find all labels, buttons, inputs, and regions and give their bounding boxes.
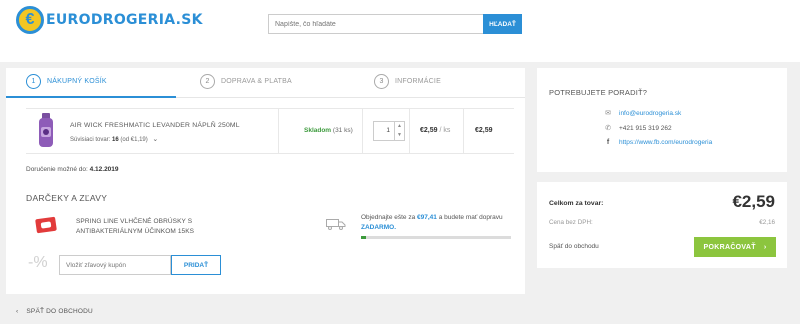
back-to-shop-label: SPÄŤ DO OBCHODU xyxy=(26,308,93,315)
gift-product-image xyxy=(35,216,57,234)
total-value: €2,59 xyxy=(732,192,775,211)
related-count: 16 xyxy=(112,137,119,143)
help-panel: POTREBUJETE PORADIŤ? ✉ info@eurodrogeria… xyxy=(537,68,787,172)
step-shipping-payment[interactable]: 2 DOPRAVA & PLATBA xyxy=(200,74,292,89)
order-summary: Celkom za tovar: €2,59 Cena bez DPH: €2,… xyxy=(537,182,787,268)
free-shipping-progress xyxy=(361,236,511,239)
step-number: 1 xyxy=(26,74,41,89)
help-title: POTREBUJETE PORADIŤ? xyxy=(549,88,648,97)
vat-label: Cena bez DPH: xyxy=(549,219,593,226)
cart-item-row: AIR WICK FRESHMATIC LEVANDER NÁPLŇ 250ML… xyxy=(26,108,514,154)
search-bar: HĽADAŤ xyxy=(268,14,522,34)
quantity-stepper[interactable]: 1 ▲ ▼ xyxy=(373,121,405,141)
vat-value: €2,16 xyxy=(759,219,775,226)
add-coupon-button[interactable]: PRIDAŤ xyxy=(171,255,221,275)
free-shipping-amount: €97,41 xyxy=(417,214,437,221)
related-products[interactable]: Súvisiaci tovar: 16 (od €1,19) ⌄ xyxy=(70,135,158,143)
delivery-label: Doručenie možné do: xyxy=(26,166,88,173)
gifts-title: DARČEKY A ZĽAVY xyxy=(26,193,108,203)
column-divider xyxy=(278,109,279,153)
euro-coin-icon: € xyxy=(16,6,44,34)
facebook-icon: f xyxy=(606,139,610,146)
free-shipping-free: ZADARMO. xyxy=(361,224,397,231)
coupon-form: PRIDAŤ xyxy=(59,255,221,275)
unit-label: / ks xyxy=(439,127,451,134)
checkout-steps: 1 NÁKUPNÝ KOŠÍK 2 DOPRAVA & PLATBA 3 INF… xyxy=(6,68,525,98)
active-step-underline xyxy=(6,96,176,98)
help-phone[interactable]: ✆ +421 915 319 262 xyxy=(603,124,672,133)
continue-button[interactable]: POKRAČOVAŤ › xyxy=(694,237,776,257)
unit-price-value: €2,59 xyxy=(420,127,438,134)
free-shipping-info: Objednajte ešte za €97,41 a budete mať d… xyxy=(361,213,511,233)
chevron-left-icon: ‹ xyxy=(16,308,19,315)
step-number: 3 xyxy=(374,74,389,89)
back-to-shop-summary-link[interactable]: Späť do obchodu xyxy=(549,243,599,250)
stock-status: Skladom (31 ks) xyxy=(304,127,353,134)
free-shipping-text-1: Objednajte ešte za xyxy=(361,214,416,221)
envelope-icon: ✉ xyxy=(605,110,611,117)
help-facebook[interactable]: f https://www.fb.com/eurodrogeria xyxy=(603,139,712,146)
truck-icon xyxy=(326,219,346,230)
search-button[interactable]: HĽADAŤ xyxy=(483,14,522,34)
step-cart[interactable]: 1 NÁKUPNÝ KOŠÍK xyxy=(26,74,107,89)
column-divider xyxy=(409,109,410,153)
quantity-value[interactable]: 1 xyxy=(374,122,394,140)
help-phone-number[interactable]: +421 915 319 262 xyxy=(619,125,672,132)
help-email-link[interactable]: info@eurodrogeria.sk xyxy=(619,110,681,117)
help-facebook-link[interactable]: https://www.fb.com/eurodrogeria xyxy=(619,139,712,146)
cart-panel: 1 NÁKUPNÝ KOŠÍK 2 DOPRAVA & PLATBA 3 INF… xyxy=(6,68,525,294)
site-header: € EURODROGERIA.SK HĽADAŤ xyxy=(0,0,800,62)
stock-label: Skladom xyxy=(304,127,332,134)
step-information[interactable]: 3 INFORMÁCIE xyxy=(374,74,441,89)
delivery-date: Doručenie možné do: 4.12.2019 xyxy=(26,166,119,173)
back-to-shop-link[interactable]: ‹ SPÄŤ DO OBCHODU xyxy=(16,308,93,315)
step-label: NÁKUPNÝ KOŠÍK xyxy=(47,78,107,85)
free-shipping-progress-fill xyxy=(361,236,366,239)
related-from: (od €1,19) xyxy=(120,137,148,143)
total-label: Celkom za tovar: xyxy=(549,200,604,207)
site-logo[interactable]: € EURODROGERIA.SK xyxy=(16,6,203,34)
step-label: DOPRAVA & PLATBA xyxy=(221,78,292,85)
free-shipping-text-2: a budete mať dopravu xyxy=(438,214,503,221)
item-total-price: €2,59 xyxy=(475,127,493,134)
delivery-date-value: 4.12.2019 xyxy=(89,166,119,173)
column-divider xyxy=(463,109,464,153)
chevron-right-icon: › xyxy=(763,243,767,251)
stock-qty: (31 ks) xyxy=(332,127,353,134)
continue-label: POKRAČOVAŤ xyxy=(703,243,756,251)
phone-icon: ✆ xyxy=(605,125,611,132)
chevron-up-icon[interactable]: ▲ xyxy=(395,122,404,131)
column-divider xyxy=(362,109,363,153)
step-label: INFORMÁCIE xyxy=(395,78,441,85)
quantity-arrows: ▲ ▼ xyxy=(394,122,404,140)
product-image[interactable] xyxy=(36,113,56,149)
related-prefix: Súvisiaci tovar: xyxy=(70,137,111,143)
gift-product-name: SPRING LINE VLHČENÉ OBRÚSKY S ANTIBAKTER… xyxy=(76,218,195,235)
coupon-input[interactable] xyxy=(59,255,171,275)
discount-percent-icon: -% xyxy=(28,254,48,271)
step-number: 2 xyxy=(200,74,215,89)
unit-price: €2,59 / ks xyxy=(420,127,450,134)
help-email[interactable]: ✉ info@eurodrogeria.sk xyxy=(603,109,681,118)
logo-text: EURODROGERIA.SK xyxy=(46,12,203,28)
product-name[interactable]: AIR WICK FRESHMATIC LEVANDER NÁPLŇ 250ML xyxy=(70,122,240,129)
chevron-down-icon[interactable]: ⌄ xyxy=(152,136,158,143)
chevron-down-icon[interactable]: ▼ xyxy=(395,131,404,140)
search-input[interactable] xyxy=(268,14,483,34)
